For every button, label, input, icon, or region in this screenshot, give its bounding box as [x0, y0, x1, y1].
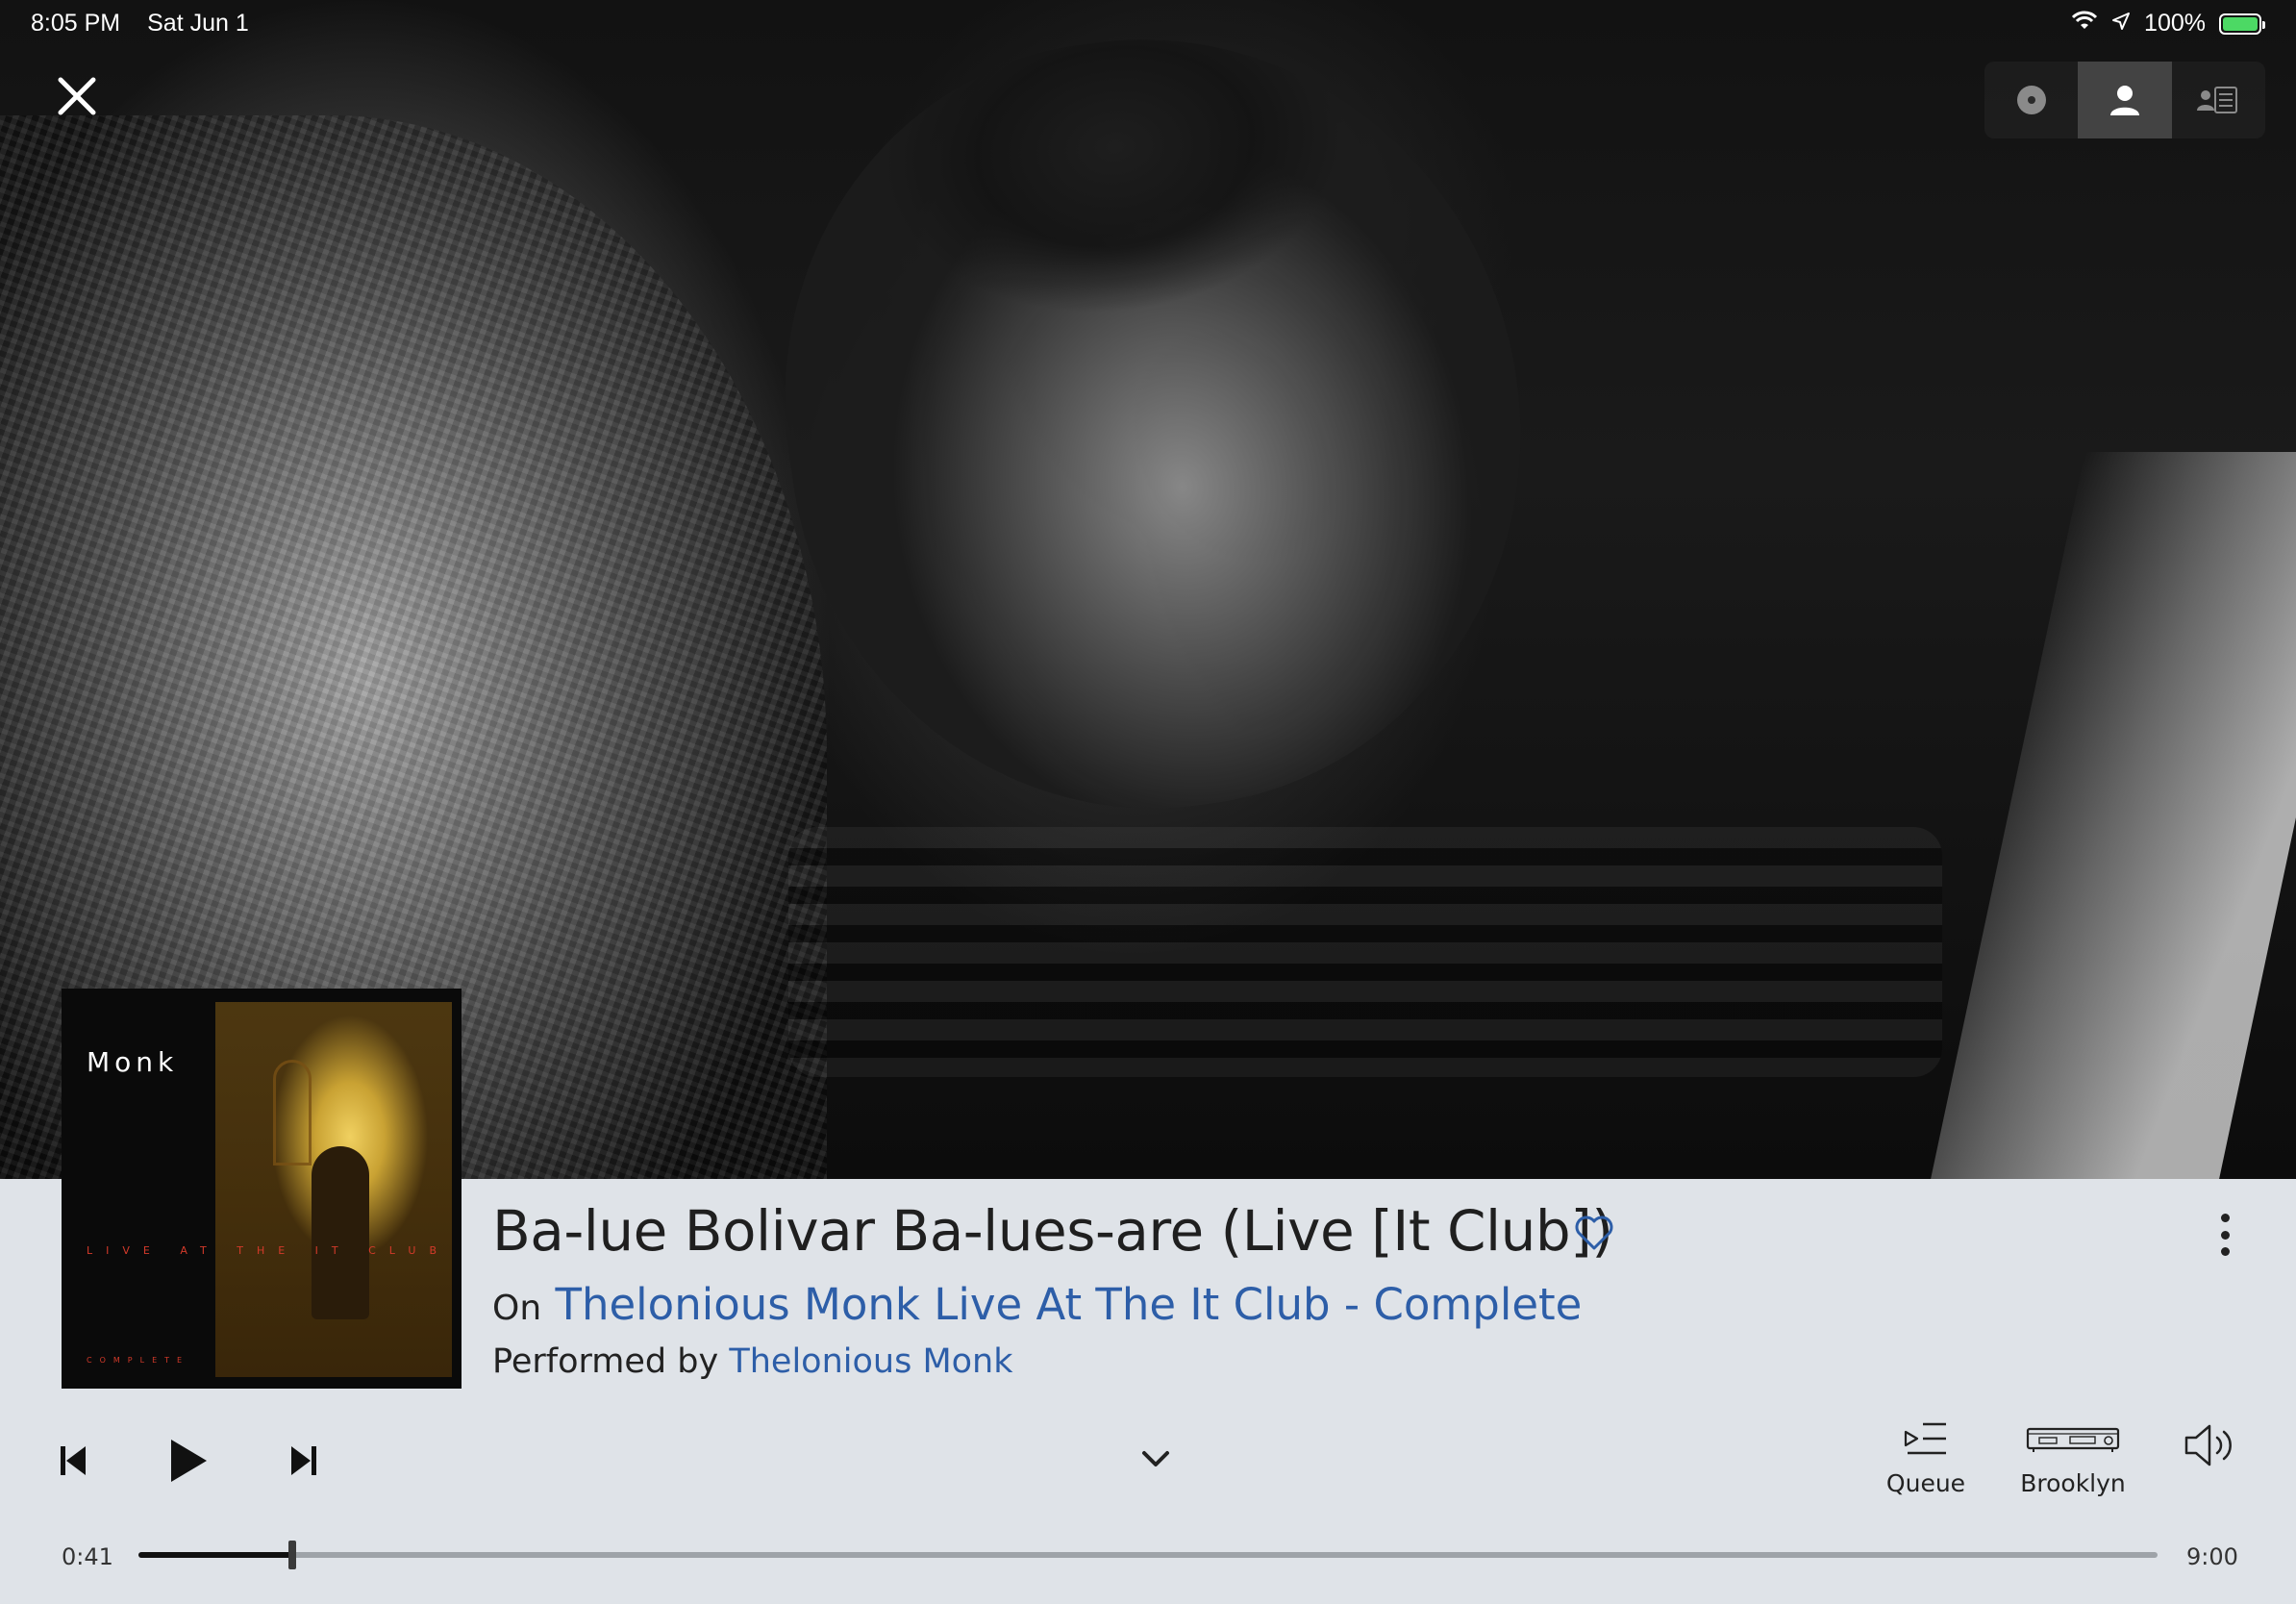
battery-level [2223, 16, 2258, 31]
collapse-button[interactable] [1136, 1442, 1175, 1477]
zone-selector-button[interactable]: Brooklyn [2011, 1421, 2134, 1497]
total-time: 9:00 [2186, 1543, 2238, 1570]
heart-outline-icon [1575, 1216, 1613, 1250]
now-playing-screen: 8:05 PM Sat Jun 1 100% Monk LIVE AT THE … [0, 0, 2296, 1604]
previous-track-button[interactable] [54, 1437, 92, 1485]
album-art-artist-text: Monk [87, 1046, 179, 1078]
performer-prefix: Performed by [492, 1342, 719, 1381]
skip-previous-icon [61, 1446, 86, 1475]
artist-link[interactable]: Thelonious Monk [729, 1342, 1012, 1381]
album-art-footer-text: COMPLETE [87, 1356, 190, 1365]
album-art-subtitle-text: LIVE AT THE IT CLUB [87, 1244, 450, 1257]
more-vertical-icon [2220, 1214, 2230, 1222]
view-album-button[interactable] [1984, 62, 2078, 138]
next-track-button[interactable] [285, 1437, 323, 1485]
album-link[interactable]: Thelonious Monk Live At The It Club - Co… [555, 1279, 1582, 1330]
status-date: Sat Jun 1 [147, 10, 249, 37]
more-options-button[interactable] [2208, 1208, 2242, 1262]
view-artist-button[interactable] [2078, 62, 2172, 138]
play-icon [171, 1440, 207, 1482]
audio-device-icon [2026, 1427, 2120, 1452]
close-button[interactable] [48, 67, 106, 125]
favorite-button[interactable] [1573, 1214, 1619, 1256]
battery-percent: 100% [2144, 10, 2206, 37]
queue-label: Queue [1885, 1469, 1966, 1497]
queue-button[interactable]: Queue [1875, 1421, 1977, 1497]
status-bar: 8:05 PM Sat Jun 1 100% [0, 0, 2296, 46]
location-arrow-icon [2111, 10, 2131, 38]
artist-bio-icon [2197, 87, 2238, 113]
chevron-down-icon [1142, 1451, 1169, 1466]
elapsed-time: 0:41 [62, 1543, 113, 1570]
album-artwork[interactable]: Monk LIVE AT THE IT CLUB COMPLETE [62, 989, 462, 1389]
battery-charging-icon [2219, 13, 2265, 35]
volume-icon [2184, 1424, 2232, 1466]
track-title: Ba-lue Bolivar Ba-lues-are (Live [It Clu… [492, 1198, 1613, 1264]
volume-button[interactable] [2181, 1421, 2238, 1475]
skip-next-icon [291, 1446, 316, 1475]
artist-person-icon [2109, 86, 2139, 115]
seek-bar[interactable] [138, 1541, 2158, 1569]
queue-icon [1904, 1422, 1946, 1455]
view-bio-button[interactable] [2172, 62, 2265, 138]
album-disc-icon [2016, 86, 2046, 114]
status-time: 8:05 PM [31, 10, 121, 37]
performer-line: Performed by Thelonious Monk [492, 1342, 1013, 1381]
seek-handle[interactable] [287, 1541, 296, 1569]
seek-bar-progress [138, 1552, 292, 1558]
wifi-icon [2071, 10, 2098, 38]
album-prefix: On [492, 1289, 542, 1328]
zone-label: Brooklyn [2020, 1469, 2126, 1497]
album-line: On Thelonious Monk Live At The It Club -… [492, 1279, 1582, 1330]
view-switcher [1984, 62, 2265, 138]
play-button[interactable] [160, 1431, 217, 1491]
close-icon [58, 77, 96, 115]
